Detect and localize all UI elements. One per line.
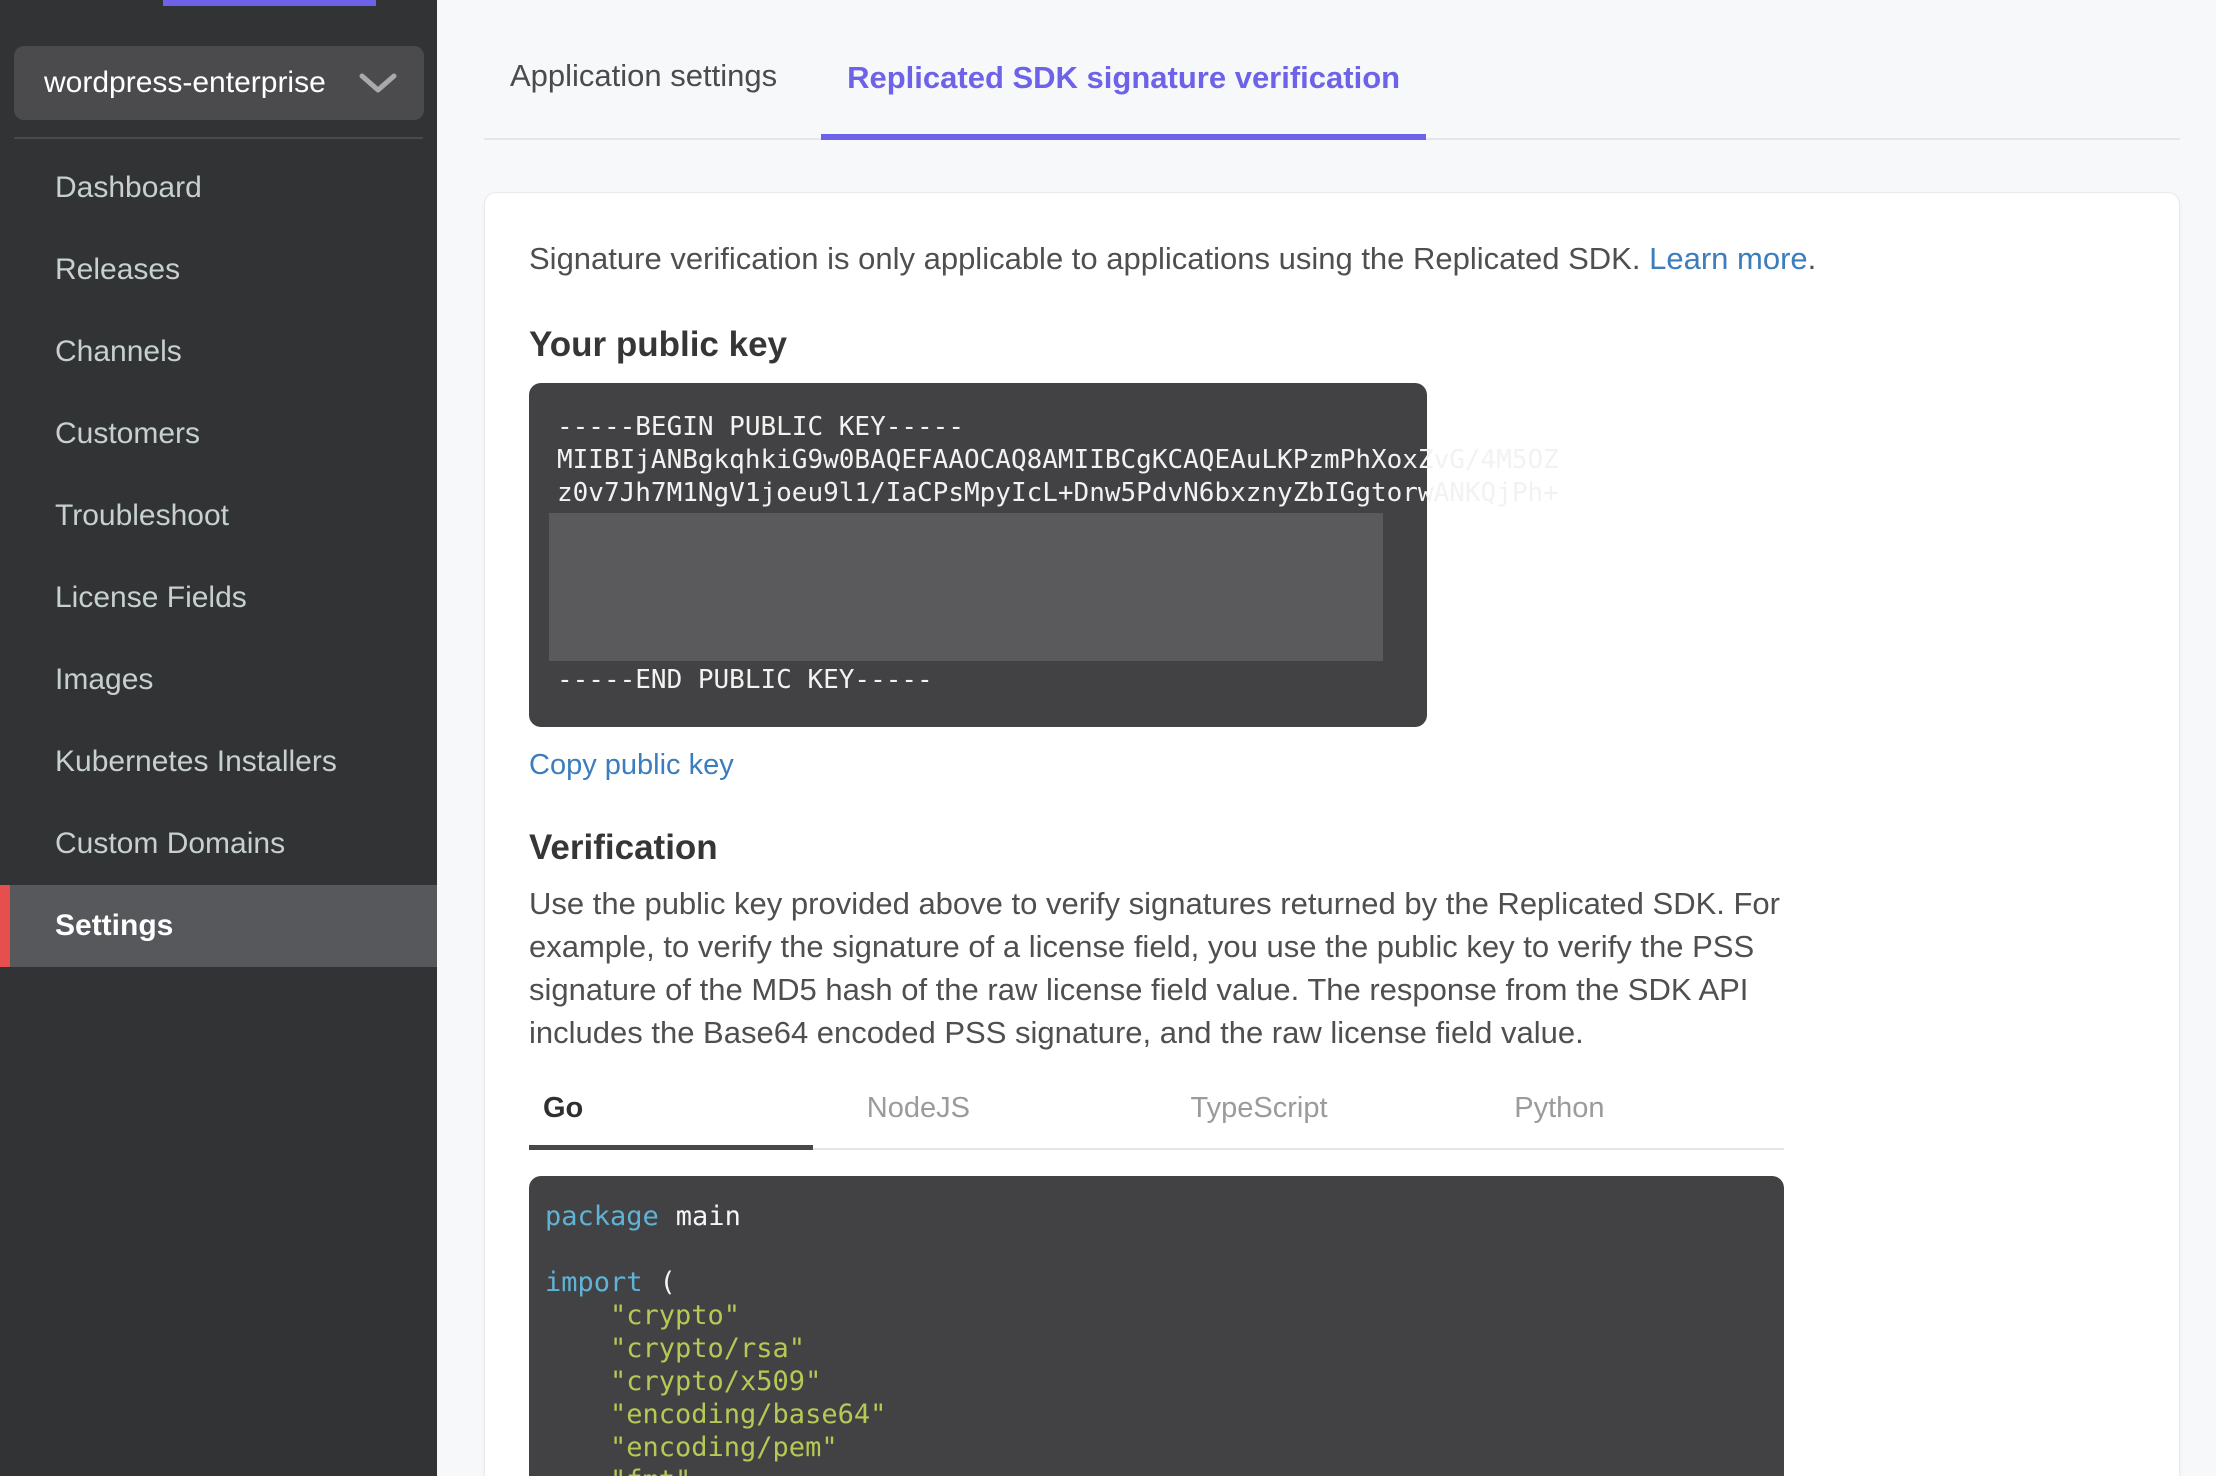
tab-replicated-sdk-signature-verification[interactable]: Replicated SDK signature verification [821, 60, 1427, 140]
language-tab-bar: Go NodeJS TypeScript Python [529, 1080, 1784, 1150]
code-line-import: import ( [545, 1266, 1784, 1299]
top-loading-accent-bar [163, 0, 376, 6]
intro-period: . [1807, 241, 1817, 276]
sidebar-item-channels[interactable]: Channels [0, 311, 437, 393]
chevron-down-icon [359, 73, 397, 93]
sidebar-item-custom-domains[interactable]: Custom Domains [0, 803, 437, 885]
language-tab-nodejs[interactable]: NodeJS [853, 1080, 1137, 1148]
code-import-string: "encoding/base64" [610, 1399, 887, 1430]
go-code-block: package main import ( "crypto" "crypto/rsa… [529, 1176, 1784, 1476]
app-window: wordpress-enterprise Dashboard Releases … [0, 0, 2216, 1476]
public-key-begin-line: -----BEGIN PUBLIC KEY----- [557, 412, 964, 442]
sidebar-item-images[interactable]: Images [0, 639, 437, 721]
code-open-paren: ( [659, 1267, 676, 1298]
settings-tab-bar: Application settings Replicated SDK sign… [484, 0, 2180, 140]
intro-text: Signature verification is only applicabl… [529, 239, 2135, 279]
verification-description: Use the public key provided above to ver… [529, 886, 1780, 1050]
tab-application-settings[interactable]: Application settings [484, 58, 803, 138]
code-line-package: package main [545, 1200, 1784, 1233]
intro-sentence: Signature verification is only applicabl… [529, 241, 1641, 276]
language-tab-python[interactable]: Python [1500, 1080, 1784, 1148]
sidebar-item-customers[interactable]: Customers [0, 393, 437, 475]
verification-heading: Verification [529, 828, 718, 867]
code-keyword: import [545, 1267, 643, 1298]
sidebar-divider [14, 137, 423, 139]
language-tab-go[interactable]: Go [529, 1080, 813, 1150]
public-key-end-line: -----END PUBLIC KEY----- [557, 665, 933, 695]
sidebar-item-kubernetes-installers[interactable]: Kubernetes Installers [0, 721, 437, 803]
public-key-line: z0v7Jh7M1NgV1joeu9l1/IaCPsMpyIcL+Dnw5Pdv… [557, 478, 1559, 508]
public-key-line: MIIBIjANBgkqhkiG9w0BAQEFAAOCAQ8AMIIBCgKC… [557, 445, 1559, 475]
code-import-string: "encoding/pem" [610, 1432, 838, 1463]
copy-public-key-link[interactable]: Copy public key [529, 749, 734, 782]
main-content: Application settings Replicated SDK sign… [437, 0, 2216, 1476]
code-keyword: package [545, 1201, 659, 1232]
sidebar-item-license-fields[interactable]: License Fields [0, 557, 437, 639]
sidebar-item-settings[interactable]: Settings [0, 885, 437, 967]
code-import-string: "fmt" [545, 1464, 1784, 1476]
language-tab-typescript[interactable]: TypeScript [1177, 1080, 1461, 1148]
sidebar-item-troubleshoot[interactable]: Troubleshoot [0, 475, 437, 557]
sidebar-item-releases[interactable]: Releases [0, 229, 437, 311]
public-key-code-block: -----BEGIN PUBLIC KEY----- MIIBIjANBgkqh… [529, 383, 1559, 727]
code-import-string: "crypto" [610, 1300, 741, 1331]
signature-verification-card: Signature verification is only applicabl… [484, 192, 2180, 1476]
code-package-name: main [675, 1201, 741, 1232]
code-import-string: "crypto/x509" [610, 1366, 822, 1397]
sidebar-nav: Dashboard Releases Channels Customers Tr… [0, 147, 437, 967]
public-key-redacted-region [549, 513, 1383, 661]
sidebar: wordpress-enterprise Dashboard Releases … [0, 0, 437, 1476]
sidebar-item-dashboard[interactable]: Dashboard [0, 147, 437, 229]
learn-more-link[interactable]: Learn more [1649, 241, 1808, 276]
app-selector-dropdown[interactable]: wordpress-enterprise [14, 46, 424, 120]
app-selector-value: wordpress-enterprise [44, 66, 326, 99]
public-key-heading: Your public key [529, 325, 788, 364]
code-import-string: "crypto/rsa" [610, 1333, 806, 1364]
